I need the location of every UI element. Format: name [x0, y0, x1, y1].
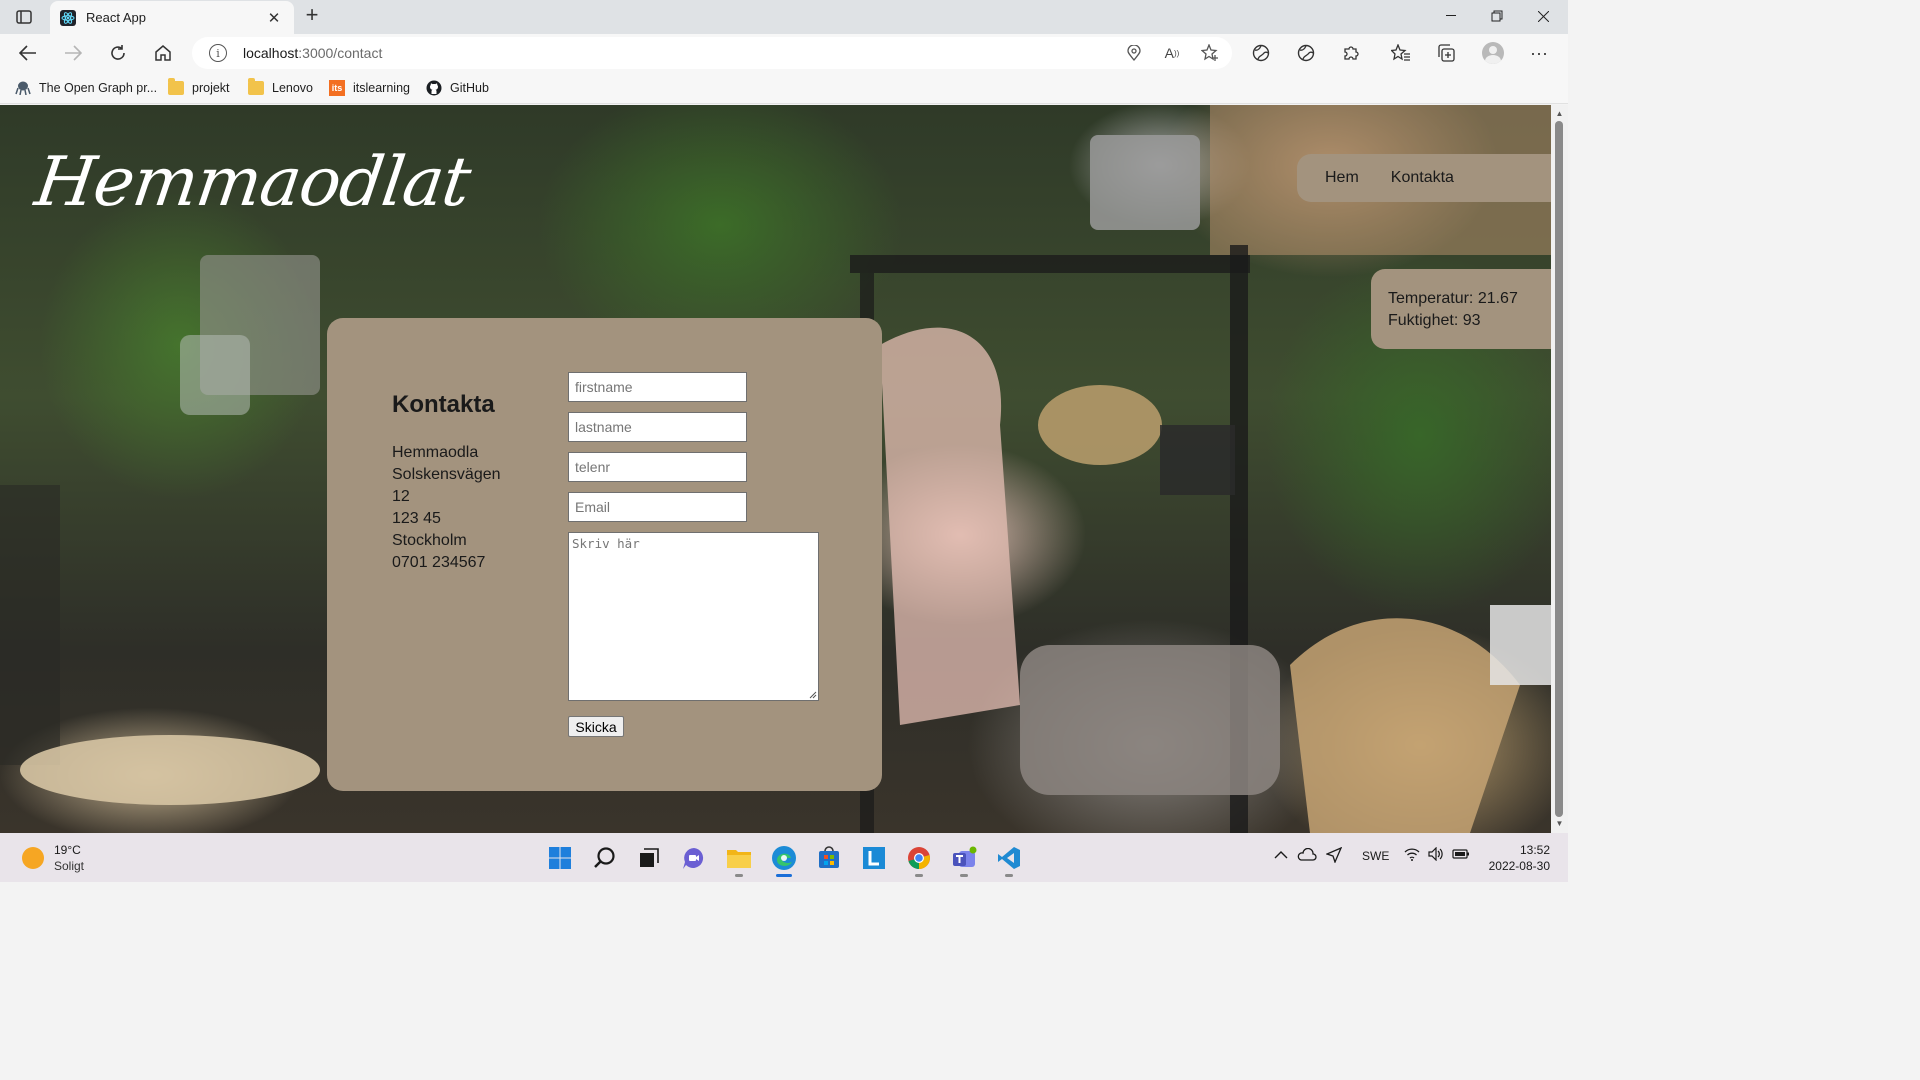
address-line: Hemmaodla: [392, 444, 479, 461]
vscode-icon[interactable]: [994, 843, 1024, 877]
start-icon[interactable]: [545, 843, 575, 873]
sensor-panel: Temperatur: 21.67 Fuktighet: 93: [1371, 269, 1551, 349]
language-indicator[interactable]: SWE: [1362, 849, 1389, 863]
message-textarea[interactable]: [568, 532, 819, 701]
favorites-icon[interactable]: [1387, 39, 1415, 67]
edge-icon[interactable]: [769, 843, 799, 877]
bookmark-lenovo[interactable]: Lenovo: [248, 78, 313, 98]
lenovo-l-icon[interactable]: [859, 843, 889, 873]
itslearning-icon: its: [329, 80, 345, 96]
page-viewport: Hemmaodlat Hem Kontakta Temperatur: 21.6…: [0, 105, 1551, 833]
chevron-up-icon[interactable]: [1274, 849, 1288, 863]
scrollbar-thumb[interactable]: [1555, 121, 1563, 817]
wifi-icon[interactable]: [1404, 847, 1420, 864]
email-input[interactable]: [568, 492, 747, 522]
contact-card: Kontakta Hemmaodla Solskensvägen 12 123 …: [327, 318, 882, 791]
contact-address: Hemmaodla Solskensvägen 12 123 45 Stockh…: [392, 442, 512, 574]
search-icon[interactable]: [590, 843, 620, 873]
bookmark-open-graph[interactable]: The Open Graph pr...: [15, 78, 157, 98]
clock-time: 13:52: [1519, 843, 1550, 857]
browser-tab[interactable]: React App ✕: [50, 1, 294, 34]
send-location-icon[interactable]: [1325, 846, 1343, 866]
extension-globe-icon[interactable]: [1247, 39, 1275, 67]
extensions-puzzle-icon[interactable]: [1337, 39, 1365, 67]
system-clock[interactable]: 13:52 2022-08-30: [1470, 842, 1550, 874]
submit-button[interactable]: Skicka: [568, 716, 624, 737]
folder-icon: [248, 78, 264, 95]
address-line: Stockholm: [392, 532, 467, 549]
site-info-icon[interactable]: i: [209, 44, 227, 62]
folder-icon: [168, 78, 184, 95]
scroll-up-icon[interactable]: ▲: [1551, 107, 1568, 121]
battery-icon[interactable]: [1452, 848, 1470, 863]
temperature-readout: Temperatur: 21.67: [1388, 290, 1518, 307]
back-icon[interactable]: [14, 39, 42, 67]
clock-date: 2022-08-30: [1488, 859, 1550, 873]
tab-title: React App: [86, 10, 146, 25]
weather-widget[interactable]: 19°C Soligt: [22, 842, 84, 874]
nav-link-kontakta[interactable]: Kontakta: [1391, 169, 1454, 187]
add-favorite-icon[interactable]: [1200, 43, 1220, 63]
weather-temperature: 19°C: [54, 843, 81, 857]
octopus-icon: [15, 81, 31, 95]
main-nav: Hem Kontakta: [1297, 154, 1551, 202]
navigation-toolbar: i localhost:3000/contact A)) ···: [0, 34, 1568, 72]
tab-actions-icon[interactable]: [8, 4, 40, 30]
weather-description: Soligt: [54, 859, 85, 873]
address-line: 123 45: [392, 510, 441, 527]
github-icon: [426, 80, 442, 96]
close-tab-icon[interactable]: ✕: [264, 9, 284, 27]
extension-globe-2-icon[interactable]: [1292, 39, 1320, 67]
sun-icon: [22, 847, 44, 869]
address-line: Solskensvägen: [392, 466, 501, 483]
refresh-icon[interactable]: [104, 39, 132, 67]
chat-icon[interactable]: [679, 843, 709, 873]
chrome-icon[interactable]: [904, 843, 934, 877]
collections-icon[interactable]: [1432, 39, 1460, 67]
react-icon: [60, 9, 76, 26]
address-bar[interactable]: i localhost:3000/contact A)): [192, 37, 1232, 69]
minimize-icon[interactable]: [1428, 0, 1474, 32]
url-text[interactable]: localhost:3000/contact: [243, 45, 382, 61]
humidity-readout: Fuktighet: 93: [1388, 312, 1481, 329]
store-icon[interactable]: [814, 843, 844, 873]
close-window-icon[interactable]: [1520, 0, 1566, 32]
bookmark-itslearning[interactable]: its itslearning: [329, 78, 410, 98]
tab-strip: React App ✕ +: [0, 0, 1568, 34]
resize-handle-icon[interactable]: [808, 690, 817, 699]
home-icon[interactable]: [149, 39, 177, 67]
contact-title: Kontakta: [392, 391, 495, 418]
task-view-icon[interactable]: [634, 843, 664, 873]
bookmark-projekt[interactable]: projekt: [168, 78, 230, 98]
windows-taskbar: 19°C Soligt SWE 13:52 2022-08-30: [0, 833, 1568, 882]
bookmarks-bar: The Open Graph pr... projekt Lenovo its …: [0, 72, 1568, 104]
page-scrollbar[interactable]: ▲ ▼: [1551, 105, 1568, 833]
onedrive-icon[interactable]: [1297, 847, 1317, 865]
lastname-input[interactable]: [568, 412, 747, 442]
more-menu-icon[interactable]: ···: [1525, 39, 1553, 67]
file-explorer-icon[interactable]: [724, 843, 754, 877]
read-aloud-icon[interactable]: A)): [1162, 43, 1182, 63]
bookmark-github[interactable]: GitHub: [426, 78, 489, 98]
phone-number: 0701 234567: [392, 554, 486, 571]
nav-link-hem[interactable]: Hem: [1325, 169, 1359, 187]
site-logo[interactable]: Hemmaodlat: [30, 143, 474, 222]
location-icon[interactable]: [1124, 43, 1144, 63]
teams-icon[interactable]: [949, 843, 979, 877]
scroll-down-icon[interactable]: ▼: [1551, 817, 1568, 831]
forward-icon[interactable]: [59, 39, 87, 67]
address-line: 12: [392, 488, 410, 505]
phone-input[interactable]: [568, 452, 747, 482]
firstname-input[interactable]: [568, 372, 747, 402]
profile-avatar[interactable]: [1479, 39, 1507, 67]
volume-icon[interactable]: [1428, 846, 1444, 864]
restore-icon[interactable]: [1474, 0, 1520, 32]
new-tab-button[interactable]: +: [300, 4, 324, 28]
